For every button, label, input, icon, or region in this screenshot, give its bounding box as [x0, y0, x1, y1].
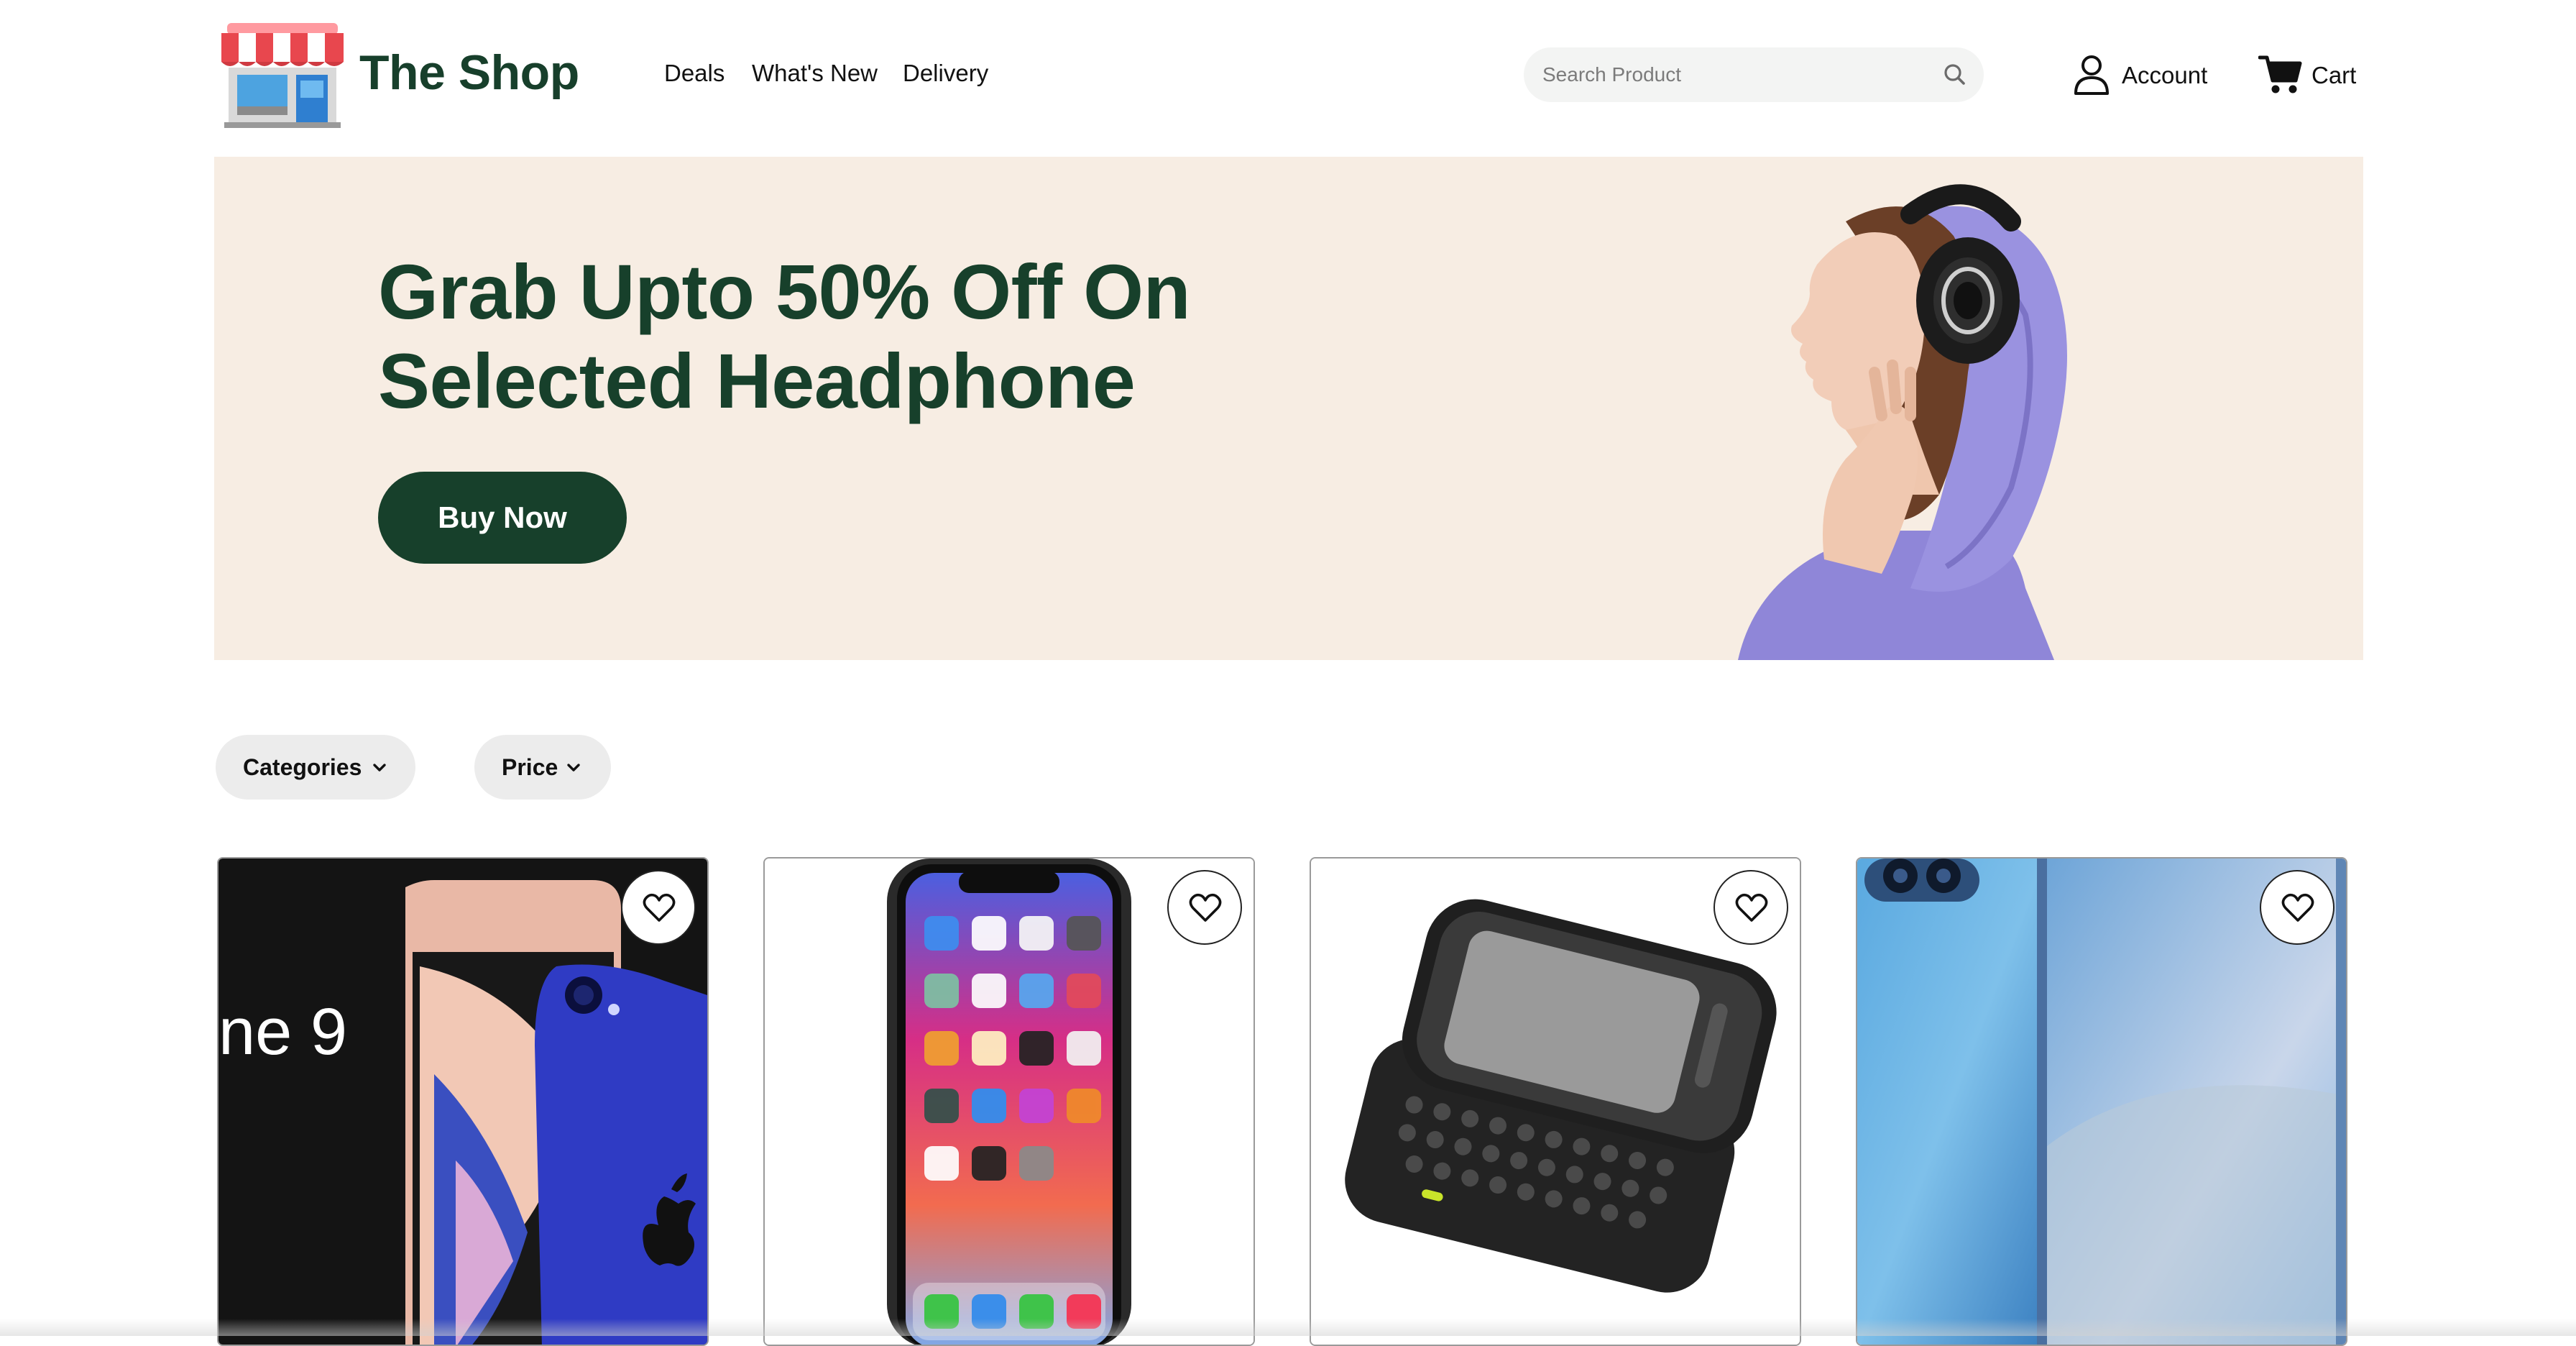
site-header: The Shop Deals What's New Delivery Accou… — [0, 0, 2576, 151]
brand-name[interactable]: The Shop — [359, 45, 579, 101]
heart-icon — [2281, 893, 2314, 922]
nav-delivery[interactable]: Delivery — [903, 60, 988, 87]
favorite-button[interactable] — [621, 870, 696, 945]
search-icon[interactable] — [1941, 60, 1969, 89]
heart-icon — [1735, 893, 1768, 922]
price-label: Price — [502, 754, 558, 780]
search-input[interactable] — [1541, 58, 1929, 92]
cart-label: Cart — [2312, 62, 2357, 88]
chevron-down-icon — [567, 764, 580, 772]
shop-storefront-icon[interactable] — [221, 23, 344, 128]
product-card[interactable]: ne 9 — [217, 857, 709, 1346]
favorite-button[interactable] — [1167, 870, 1242, 945]
hero-title-line-2: Selected Headphone — [378, 337, 1136, 424]
woman-with-headphones-image — [1738, 184, 2067, 660]
scroll-fade — [0, 1319, 2576, 1336]
hero-title-line-1: Grab Upto 50% Off On — [378, 248, 1191, 335]
buy-now-button[interactable]: Buy Now — [378, 472, 627, 564]
categories-label: Categories — [243, 754, 362, 780]
account-label: Account — [2122, 62, 2208, 88]
favorite-button[interactable] — [1714, 870, 1788, 945]
product-card[interactable] — [1856, 857, 2347, 1346]
nav-deals[interactable]: Deals — [664, 60, 724, 87]
price-filter-button[interactable]: Price — [474, 735, 611, 800]
heart-icon — [643, 893, 676, 922]
hero-banner: Grab Upto 50% Off On Selected Headphone … — [214, 157, 2363, 660]
cart-icon — [2258, 55, 2302, 93]
chevron-down-icon — [373, 764, 386, 772]
product-card[interactable] — [763, 857, 1255, 1346]
phone-print-text: ne 9 — [218, 995, 347, 1068]
user-icon — [2074, 55, 2109, 95]
categories-filter-button[interactable]: Categories — [216, 735, 415, 800]
favorite-button[interactable] — [2260, 870, 2334, 945]
product-card[interactable] — [1310, 857, 1801, 1346]
hero-title: Grab Upto 50% Off On Selected Headphone — [378, 247, 1456, 426]
heart-icon — [1189, 893, 1222, 922]
search-bar — [1524, 47, 1984, 102]
nav-whats-new[interactable]: What's New — [752, 60, 878, 87]
